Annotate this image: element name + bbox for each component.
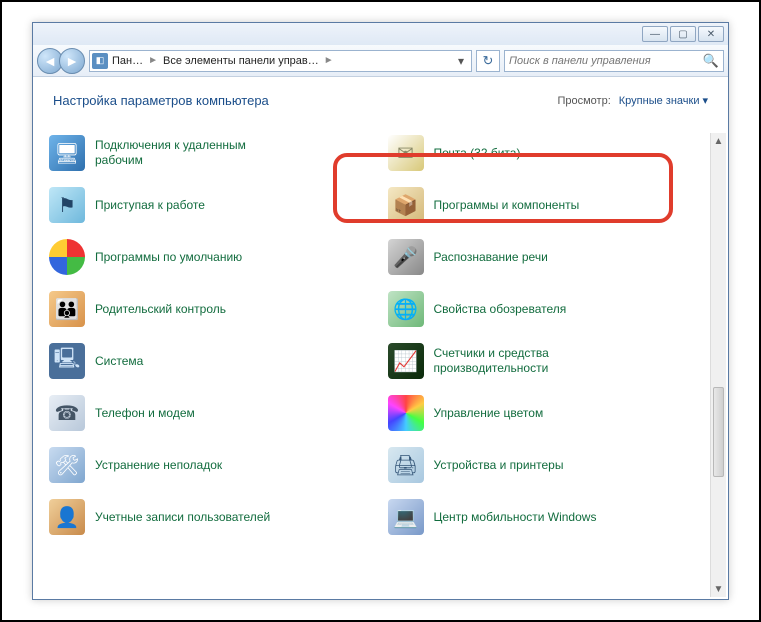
item-label: Учетные записи пользователей bbox=[95, 510, 270, 525]
control-panel-item[interactable]: 🖥 Подключения к удаленным рабочим bbox=[43, 127, 372, 179]
toolbar: ◄ ► ◧ Пан… ► Все элементы панели управ… … bbox=[33, 45, 728, 77]
item-label: Приступая к работе bbox=[95, 198, 205, 213]
item-icon: 🛠 bbox=[49, 447, 85, 483]
content-header: Настройка параметров компьютера Просмотр… bbox=[33, 77, 728, 116]
address-dropdown-icon[interactable]: ▾ bbox=[453, 54, 469, 68]
control-panel-icon: ◧ bbox=[92, 53, 108, 69]
control-panel-item[interactable]: 💻 Центр мобильности Windows bbox=[382, 491, 711, 543]
control-panel-window: — ▢ ✕ ◄ ► ◧ Пан… ► Все элементы панели у… bbox=[32, 22, 729, 600]
item-label: Система bbox=[95, 354, 143, 369]
control-panel-item[interactable]: 👪 Родительский контроль bbox=[43, 283, 372, 335]
scroll-track[interactable] bbox=[711, 149, 726, 581]
view-value: Крупные значки bbox=[619, 95, 700, 107]
breadcrumb-separator: ► bbox=[323, 55, 335, 66]
control-panel-item[interactable]: ⚑ Приступая к работе bbox=[43, 179, 372, 231]
maximize-button[interactable]: ▢ bbox=[670, 26, 696, 42]
item-icon: 💻 bbox=[388, 499, 424, 535]
item-icon: ⚑ bbox=[49, 187, 85, 223]
item-icon: 🌐 bbox=[388, 291, 424, 327]
item-icon: ☎ bbox=[49, 395, 85, 431]
view-selector: Просмотр: Крупные значки ▾ bbox=[557, 94, 708, 107]
vertical-scrollbar[interactable]: ▲ ▼ bbox=[710, 133, 726, 597]
content-area: Настройка параметров компьютера Просмотр… bbox=[33, 77, 728, 599]
item-label: Управление цветом bbox=[434, 406, 544, 421]
item-label: Центр мобильности Windows bbox=[434, 510, 597, 525]
control-panel-item[interactable]: 🖳 Система bbox=[43, 335, 372, 387]
scroll-down-arrow[interactable]: ▼ bbox=[711, 581, 726, 597]
item-icon: 👪 bbox=[49, 291, 85, 327]
breadcrumb-seg-1[interactable]: Пан… bbox=[110, 55, 145, 67]
search-input[interactable] bbox=[509, 55, 703, 67]
item-icon: 🖨 bbox=[388, 447, 424, 483]
item-label: Распознавание речи bbox=[434, 250, 548, 265]
minimize-button[interactable]: — bbox=[642, 26, 668, 42]
item-icon: 🖳 bbox=[49, 343, 85, 379]
item-label: Программы по умолчанию bbox=[95, 250, 242, 265]
scroll-up-arrow[interactable]: ▲ bbox=[711, 133, 726, 149]
item-icon: 📈 bbox=[388, 343, 424, 379]
control-panel-item[interactable]: Управление цветом bbox=[382, 387, 711, 439]
items-panel: 🖥 Подключения к удаленным рабочим ✉ Почта (… bbox=[43, 127, 710, 595]
scroll-thumb[interactable] bbox=[713, 387, 724, 477]
address-bar[interactable]: ◧ Пан… ► Все элементы панели управ… ► ▾ bbox=[89, 50, 472, 72]
control-panel-item[interactable]: 🎤 Распознавание речи bbox=[382, 231, 711, 283]
view-label: Просмотр: bbox=[557, 95, 610, 107]
control-panel-item[interactable]: ✉ Почта (32 бита) bbox=[382, 127, 711, 179]
breadcrumb-seg-2[interactable]: Все элементы панели управ… bbox=[161, 55, 321, 67]
page-title: Настройка параметров компьютера bbox=[53, 93, 269, 108]
item-icon: 📦 bbox=[388, 187, 424, 223]
control-panel-item[interactable]: 📦 Программы и компоненты bbox=[382, 179, 711, 231]
view-dropdown[interactable]: Крупные значки ▾ bbox=[619, 94, 708, 107]
item-label: Устройства и принтеры bbox=[434, 458, 564, 473]
refresh-button[interactable]: ↻ bbox=[476, 50, 500, 72]
control-panel-item[interactable]: 🌐 Свойства обозревателя bbox=[382, 283, 711, 335]
item-icon bbox=[49, 239, 85, 275]
item-label: Подключения к удаленным рабочим bbox=[95, 138, 285, 168]
item-icon: 🎤 bbox=[388, 239, 424, 275]
nav-buttons: ◄ ► bbox=[37, 48, 85, 74]
item-label: Счетчики и средства производительности bbox=[434, 346, 624, 376]
control-panel-item[interactable]: 📈 Счетчики и средства производительности bbox=[382, 335, 711, 387]
item-icon bbox=[388, 395, 424, 431]
chevron-down-icon: ▾ bbox=[702, 94, 708, 107]
search-icon: 🔍 bbox=[703, 53, 719, 69]
control-panel-item[interactable]: 🖨 Устройства и принтеры bbox=[382, 439, 711, 491]
control-panel-item[interactable]: ☎ Телефон и модем bbox=[43, 387, 372, 439]
item-label: Почта (32 бита) bbox=[434, 146, 521, 161]
item-icon: 🖥 bbox=[49, 135, 85, 171]
search-box[interactable]: 🔍 bbox=[504, 50, 724, 72]
item-label: Телефон и модем bbox=[95, 406, 195, 421]
item-icon: ✉ bbox=[388, 135, 424, 171]
titlebar: — ▢ ✕ bbox=[33, 23, 728, 45]
control-panel-item[interactable]: 🛠 Устранение неполадок bbox=[43, 439, 372, 491]
close-button[interactable]: ✕ bbox=[698, 26, 724, 42]
control-panel-item[interactable]: 👤 Учетные записи пользователей bbox=[43, 491, 372, 543]
item-icon: 👤 bbox=[49, 499, 85, 535]
forward-button[interactable]: ► bbox=[59, 48, 85, 74]
control-panel-item[interactable]: Программы по умолчанию bbox=[43, 231, 372, 283]
item-label: Устранение неполадок bbox=[95, 458, 222, 473]
item-label: Свойства обозревателя bbox=[434, 302, 567, 317]
item-label: Родительский контроль bbox=[95, 302, 226, 317]
breadcrumb-separator: ► bbox=[147, 55, 159, 66]
item-label: Программы и компоненты bbox=[434, 198, 580, 213]
